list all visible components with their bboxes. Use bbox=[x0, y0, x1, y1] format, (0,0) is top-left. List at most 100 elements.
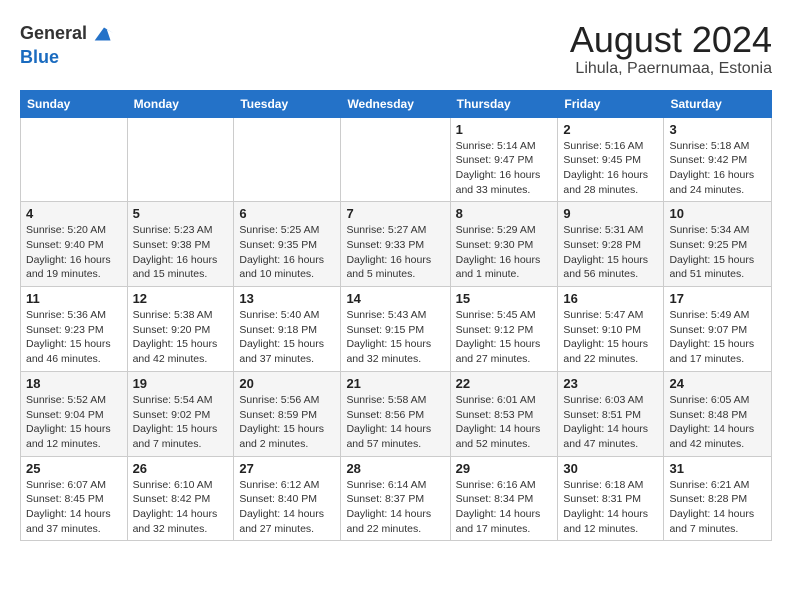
cell-info: Sunrise: 6:18 AMSunset: 8:31 PMDaylight:… bbox=[563, 478, 658, 537]
cell-info: Sunrise: 5:14 AMSunset: 9:47 PMDaylight:… bbox=[456, 139, 553, 198]
cell-day-number: 9 bbox=[563, 206, 658, 221]
cell-info: Sunrise: 5:36 AMSunset: 9:23 PMDaylight:… bbox=[26, 308, 122, 367]
calendar-cell: 21 Sunrise: 5:58 AMSunset: 8:56 PMDayligh… bbox=[341, 371, 450, 456]
calendar-cell: 11 Sunrise: 5:36 AMSunset: 9:23 PMDayligh… bbox=[21, 287, 128, 372]
calendar-cell: 31Sunrise: 6:21 AMSunset: 8:28 PMDayligh… bbox=[664, 456, 772, 541]
cell-day-number: 3 bbox=[669, 122, 766, 137]
page: General Blue August 2024 Lihula, Paernum… bbox=[0, 0, 792, 551]
calendar-cell bbox=[234, 117, 341, 202]
cell-day-number: 13 bbox=[239, 291, 335, 306]
calendar-cell: 28 Sunrise: 6:14 AMSunset: 8:37 PMDayligh… bbox=[341, 456, 450, 541]
calendar-cell: 20 Sunrise: 5:56 AMSunset: 8:59 PMDayligh… bbox=[234, 371, 341, 456]
logo-bird-icon bbox=[90, 20, 118, 48]
cell-day-number: 23 bbox=[563, 376, 658, 391]
cell-day-number: 28 bbox=[346, 461, 444, 476]
calendar-cell: 12 Sunrise: 5:38 AMSunset: 9:20 PMDayligh… bbox=[127, 287, 234, 372]
calendar-cell: 8Sunrise: 5:29 AMSunset: 9:30 PMDaylight… bbox=[450, 202, 558, 287]
calendar-body: 1 Sunrise: 5:14 AMSunset: 9:47 PMDaylight… bbox=[21, 117, 772, 541]
calendar-cell: 9 Sunrise: 5:31 AMSunset: 9:28 PMDaylight… bbox=[558, 202, 664, 287]
logo-general: General bbox=[20, 23, 87, 43]
calendar-cell: 29 Sunrise: 6:16 AMSunset: 8:34 PMDayligh… bbox=[450, 456, 558, 541]
cell-info: Sunrise: 5:20 AMSunset: 9:40 PMDaylight:… bbox=[26, 223, 122, 282]
calendar-cell: 24 Sunrise: 6:05 AMSunset: 8:48 PMDayligh… bbox=[664, 371, 772, 456]
page-title: August 2024 bbox=[570, 20, 772, 60]
cell-day-number: 31 bbox=[669, 461, 766, 476]
cell-day-number: 19 bbox=[133, 376, 229, 391]
cell-info: Sunrise: 6:16 AMSunset: 8:34 PMDaylight:… bbox=[456, 478, 553, 537]
cell-day-number: 11 bbox=[26, 291, 122, 306]
cell-info: Sunrise: 5:52 AMSunset: 9:04 PMDaylight:… bbox=[26, 393, 122, 452]
cell-day-number: 10 bbox=[669, 206, 766, 221]
cell-info: Sunrise: 5:47 AMSunset: 9:10 PMDaylight:… bbox=[563, 308, 658, 367]
cell-day-number: 29 bbox=[456, 461, 553, 476]
calendar-header-row: SundayMondayTuesdayWednesdayThursdayFrid… bbox=[21, 90, 772, 117]
logo-text: General Blue bbox=[20, 20, 118, 68]
cell-info: Sunrise: 5:49 AMSunset: 9:07 PMDaylight:… bbox=[669, 308, 766, 367]
calendar-week-row: 4 Sunrise: 5:20 AMSunset: 9:40 PMDaylight… bbox=[21, 202, 772, 287]
calendar-cell: 25Sunrise: 6:07 AMSunset: 8:45 PMDayligh… bbox=[21, 456, 128, 541]
cell-info: Sunrise: 5:40 AMSunset: 9:18 PMDaylight:… bbox=[239, 308, 335, 367]
calendar-day-header: Monday bbox=[127, 90, 234, 117]
calendar-cell: 14Sunrise: 5:43 AMSunset: 9:15 PMDayligh… bbox=[341, 287, 450, 372]
cell-info: Sunrise: 5:31 AMSunset: 9:28 PMDaylight:… bbox=[563, 223, 658, 282]
calendar-cell: 19 Sunrise: 5:54 AMSunset: 9:02 PMDayligh… bbox=[127, 371, 234, 456]
cell-info: Sunrise: 5:56 AMSunset: 8:59 PMDaylight:… bbox=[239, 393, 335, 452]
cell-day-number: 5 bbox=[133, 206, 229, 221]
title-block: August 2024 Lihula, Paernumaa, Estonia bbox=[570, 20, 772, 78]
cell-info: Sunrise: 5:45 AMSunset: 9:12 PMDaylight:… bbox=[456, 308, 553, 367]
calendar-week-row: 18 Sunrise: 5:52 AMSunset: 9:04 PMDayligh… bbox=[21, 371, 772, 456]
cell-day-number: 18 bbox=[26, 376, 122, 391]
cell-day-number: 25 bbox=[26, 461, 122, 476]
cell-day-number: 4 bbox=[26, 206, 122, 221]
cell-info: Sunrise: 6:12 AMSunset: 8:40 PMDaylight:… bbox=[239, 478, 335, 537]
calendar-day-header: Sunday bbox=[21, 90, 128, 117]
calendar-day-header: Tuesday bbox=[234, 90, 341, 117]
calendar-cell: 5Sunrise: 5:23 AMSunset: 9:38 PMDaylight… bbox=[127, 202, 234, 287]
calendar-cell: 17 Sunrise: 5:49 AMSunset: 9:07 PMDayligh… bbox=[664, 287, 772, 372]
cell-info: Sunrise: 5:58 AMSunset: 8:56 PMDaylight:… bbox=[346, 393, 444, 452]
cell-day-number: 21 bbox=[346, 376, 444, 391]
logo-blue: Blue bbox=[20, 47, 59, 67]
cell-info: Sunrise: 6:05 AMSunset: 8:48 PMDaylight:… bbox=[669, 393, 766, 452]
cell-info: Sunrise: 6:14 AMSunset: 8:37 PMDaylight:… bbox=[346, 478, 444, 537]
calendar-cell bbox=[341, 117, 450, 202]
cell-day-number: 17 bbox=[669, 291, 766, 306]
cell-day-number: 20 bbox=[239, 376, 335, 391]
cell-info: Sunrise: 5:34 AMSunset: 9:25 PMDaylight:… bbox=[669, 223, 766, 282]
calendar-day-header: Thursday bbox=[450, 90, 558, 117]
cell-day-number: 26 bbox=[133, 461, 229, 476]
cell-info: Sunrise: 5:54 AMSunset: 9:02 PMDaylight:… bbox=[133, 393, 229, 452]
calendar-cell: 23 Sunrise: 6:03 AMSunset: 8:51 PMDayligh… bbox=[558, 371, 664, 456]
calendar-cell: 7Sunrise: 5:27 AMSunset: 9:33 PMDaylight… bbox=[341, 202, 450, 287]
calendar-day-header: Friday bbox=[558, 90, 664, 117]
cell-info: Sunrise: 5:43 AMSunset: 9:15 PMDaylight:… bbox=[346, 308, 444, 367]
cell-day-number: 12 bbox=[133, 291, 229, 306]
cell-day-number: 16 bbox=[563, 291, 658, 306]
cell-info: Sunrise: 5:38 AMSunset: 9:20 PMDaylight:… bbox=[133, 308, 229, 367]
calendar-cell: 16 Sunrise: 5:47 AMSunset: 9:10 PMDayligh… bbox=[558, 287, 664, 372]
cell-day-number: 27 bbox=[239, 461, 335, 476]
cell-day-number: 6 bbox=[239, 206, 335, 221]
cell-info: Sunrise: 5:27 AMSunset: 9:33 PMDaylight:… bbox=[346, 223, 444, 282]
calendar-cell: 3Sunrise: 5:18 AMSunset: 9:42 PMDaylight… bbox=[664, 117, 772, 202]
calendar-table: SundayMondayTuesdayWednesdayThursdayFrid… bbox=[20, 90, 772, 542]
cell-info: Sunrise: 5:25 AMSunset: 9:35 PMDaylight:… bbox=[239, 223, 335, 282]
calendar-cell: 2Sunrise: 5:16 AMSunset: 9:45 PMDaylight… bbox=[558, 117, 664, 202]
calendar-cell bbox=[127, 117, 234, 202]
calendar-cell: 18 Sunrise: 5:52 AMSunset: 9:04 PMDayligh… bbox=[21, 371, 128, 456]
cell-info: Sunrise: 6:10 AMSunset: 8:42 PMDaylight:… bbox=[133, 478, 229, 537]
calendar-cell: 30 Sunrise: 6:18 AMSunset: 8:31 PMDayligh… bbox=[558, 456, 664, 541]
calendar-cell: 1 Sunrise: 5:14 AMSunset: 9:47 PMDaylight… bbox=[450, 117, 558, 202]
cell-day-number: 30 bbox=[563, 461, 658, 476]
cell-day-number: 24 bbox=[669, 376, 766, 391]
calendar-cell: 6 Sunrise: 5:25 AMSunset: 9:35 PMDaylight… bbox=[234, 202, 341, 287]
cell-day-number: 1 bbox=[456, 122, 553, 137]
calendar-week-row: 1 Sunrise: 5:14 AMSunset: 9:47 PMDaylight… bbox=[21, 117, 772, 202]
header: General Blue August 2024 Lihula, Paernum… bbox=[20, 20, 772, 78]
cell-day-number: 8 bbox=[456, 206, 553, 221]
page-subtitle: Lihula, Paernumaa, Estonia bbox=[570, 60, 772, 78]
calendar-cell: 26 Sunrise: 6:10 AMSunset: 8:42 PMDayligh… bbox=[127, 456, 234, 541]
calendar-cell: 27 Sunrise: 6:12 AMSunset: 8:40 PMDayligh… bbox=[234, 456, 341, 541]
calendar-day-header: Saturday bbox=[664, 90, 772, 117]
cell-info: Sunrise: 6:03 AMSunset: 8:51 PMDaylight:… bbox=[563, 393, 658, 452]
